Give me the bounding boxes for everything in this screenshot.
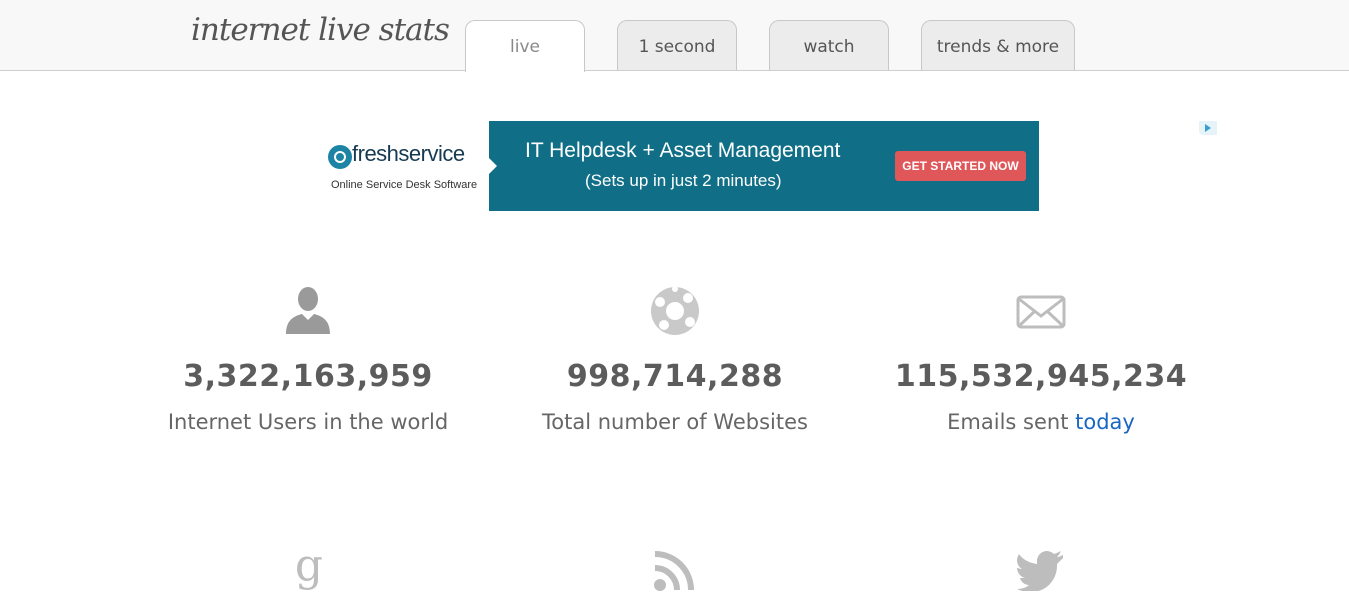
websites-label: Total number of Websites bbox=[542, 410, 808, 434]
stat-internet-users: 3,322,163,959 Internet Users in the worl… bbox=[143, 286, 473, 446]
today-link[interactable]: today bbox=[1075, 410, 1135, 434]
top-header: internet live stats live 1 second watch … bbox=[0, 0, 1349, 72]
envelope-icon bbox=[1016, 295, 1066, 329]
emails-value: 115,532,945,234 bbox=[894, 359, 1188, 394]
site-logo[interactable]: internet live stats bbox=[191, 12, 450, 48]
stat-websites: 998,714,288 Total number of Websites bbox=[510, 286, 840, 446]
ad-headline: IT Helpdesk + Asset Management bbox=[525, 139, 841, 162]
emails-label-text: Emails sent bbox=[947, 410, 1076, 434]
google-icon: g bbox=[295, 542, 323, 591]
websites-value: 998,714,288 bbox=[566, 359, 784, 394]
globe-icon bbox=[651, 286, 699, 335]
tab-watch[interactable]: watch bbox=[769, 20, 889, 70]
tab-trends-more[interactable]: trends & more bbox=[921, 20, 1075, 70]
user-icon bbox=[286, 287, 330, 334]
ad-brand-name: freshservice bbox=[352, 141, 465, 166]
ad-cta-button[interactable]: GET STARTED NOW bbox=[895, 151, 1026, 181]
svg-text:g: g bbox=[295, 542, 323, 591]
tab-1-second[interactable]: 1 second bbox=[617, 20, 737, 70]
rss-icon bbox=[654, 551, 694, 591]
adchoices-icon[interactable] bbox=[1199, 121, 1217, 135]
ad-message-panel[interactable]: IT Helpdesk + Asset Management (Sets up … bbox=[489, 121, 1217, 211]
internet-users-value: 3,322,163,959 bbox=[183, 359, 433, 394]
internet-users-label: Internet Users in the world bbox=[167, 410, 449, 434]
ad-subline: (Sets up in just 2 minutes) bbox=[585, 171, 782, 190]
ad-brand-panel[interactable]: freshservice Online Service Desk Softwar… bbox=[310, 121, 489, 211]
twitter-icon bbox=[1017, 551, 1063, 591]
stat-emails: 115,532,945,234 Emails sent today bbox=[876, 286, 1206, 446]
ad-banner[interactable]: freshservice Online Service Desk Softwar… bbox=[310, 121, 1217, 211]
emails-label: Emails sent today bbox=[876, 410, 1206, 434]
ad-brand-tagline: Online Service Desk Software bbox=[331, 179, 478, 191]
tab-live[interactable]: live bbox=[465, 20, 585, 72]
freshservice-logo-icon bbox=[328, 145, 352, 169]
